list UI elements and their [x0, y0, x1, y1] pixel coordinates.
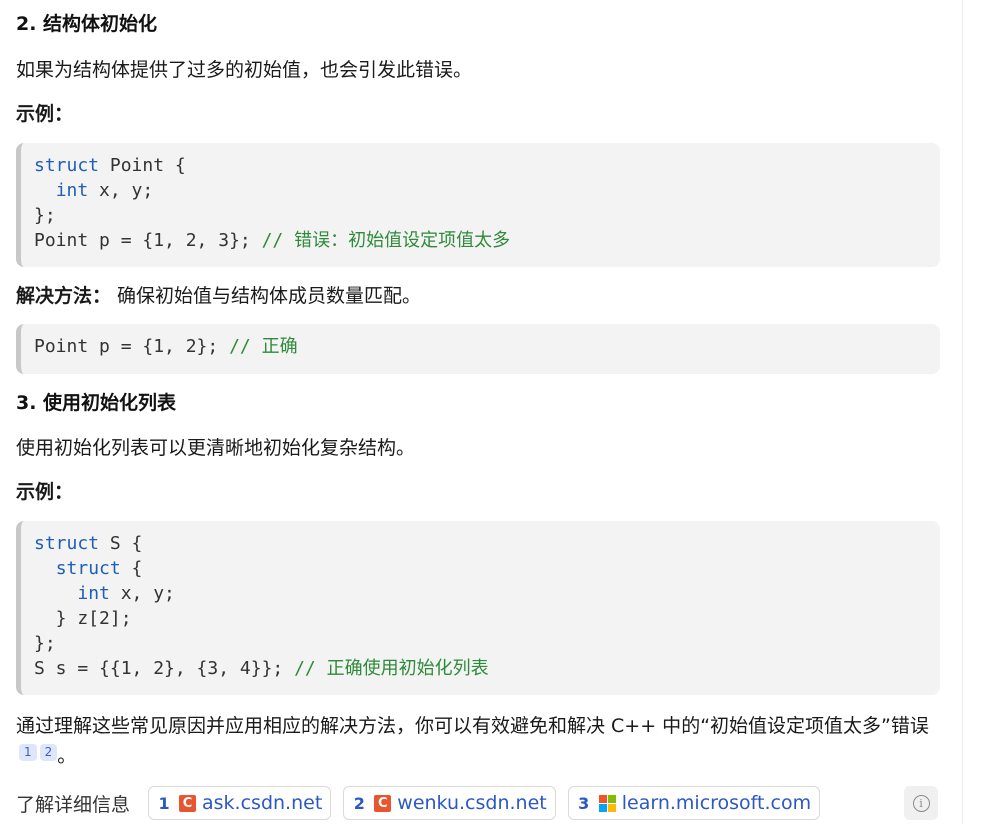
- reference-number: 1: [158, 793, 170, 813]
- reference-site: wenku.csdn.net: [397, 792, 547, 814]
- reference-number: 2: [353, 793, 365, 813]
- solution-label: 解决方法：: [16, 285, 112, 307]
- reference-link-3[interactable]: 3 learn.microsoft.com: [567, 786, 821, 820]
- solution-line: 解决方法： 确保初始值与结构体成员数量匹配。: [16, 282, 421, 310]
- info-button[interactable]: i: [904, 786, 938, 820]
- code-keyword: int: [55, 180, 89, 201]
- code-block[interactable]: struct S { struct { int x, y; } z[2]; };…: [16, 521, 940, 695]
- code-comment: 正确: [261, 336, 298, 357]
- code-keyword: struct: [34, 155, 100, 176]
- reference-link-1[interactable]: 1 C ask.csdn.net: [148, 786, 332, 820]
- section-heading: 2. 结构体初始化: [16, 13, 158, 35]
- code-text: Point p = {1, 2};: [34, 336, 230, 357]
- example-label: 示例：: [16, 103, 74, 125]
- reference-site: ask.csdn.net: [202, 792, 323, 814]
- code-text: S {: [99, 533, 143, 554]
- example-label: 示例：: [16, 481, 74, 503]
- info-icon: i: [912, 794, 930, 812]
- code-block[interactable]: struct Point { int x, y; }; Point p = {1…: [16, 143, 940, 267]
- citation-badge[interactable]: 2: [39, 744, 58, 761]
- code-text: Point p = {1, 2, 3};: [34, 230, 262, 251]
- reference-number: 3: [578, 793, 590, 813]
- reference-link-2[interactable]: 2 C wenku.csdn.net: [343, 786, 556, 820]
- section-description: 使用初始化列表可以更清晰地初始化复杂结构。: [16, 437, 416, 459]
- scroll-divider: [962, 0, 963, 824]
- code-text: };: [34, 205, 56, 226]
- code-text: } z[2];: [34, 608, 132, 629]
- learn-more-label: 了解详细信息: [16, 793, 131, 816]
- summary-end: 。: [57, 745, 77, 767]
- code-keyword: struct: [55, 558, 121, 579]
- section-description: 如果为结构体提供了过多的初始值，也会引发此错误。: [16, 59, 473, 81]
- code-text: S s = {{1, 2}, {3, 4}};: [34, 658, 295, 679]
- code-text: {: [120, 558, 143, 579]
- code-text: };: [34, 633, 56, 654]
- code-comment-marker: //: [229, 336, 262, 357]
- solution-text: 确保初始值与结构体成员数量匹配。: [111, 285, 422, 307]
- microsoft-icon: [598, 794, 616, 812]
- references-bar: 了解详细信息 1 C ask.csdn.net 2 C wenku.csdn.n…: [16, 786, 832, 820]
- code-comment-marker: //: [261, 230, 295, 251]
- citation-badge[interactable]: 1: [19, 744, 37, 761]
- code-keyword: struct: [34, 533, 100, 554]
- reference-site: learn.microsoft.com: [621, 792, 812, 814]
- code-text: x, y;: [109, 583, 175, 604]
- summary-text: 通过理解这些常见原因并应用相应的解决方法，你可以有效避免和解决 C++ 中的“初…: [16, 715, 929, 737]
- code-comment: 正确使用初始化列表: [326, 658, 489, 679]
- code-keyword: int: [77, 583, 110, 604]
- csdn-icon: C: [374, 794, 392, 812]
- code-text: x, y;: [88, 180, 154, 201]
- code-comment-marker: //: [294, 658, 327, 679]
- code-comment: 错误：初始值设定项值太多: [294, 230, 511, 251]
- csdn-icon: C: [179, 794, 197, 812]
- section-heading: 3. 使用初始化列表: [16, 392, 177, 414]
- code-text: Point {: [99, 155, 186, 176]
- summary-paragraph: 通过理解这些常见原因并应用相应的解决方法，你可以有效避免和解决 C++ 中的“初…: [16, 711, 940, 771]
- code-block[interactable]: Point p = {1, 2}; // 正确: [16, 324, 940, 374]
